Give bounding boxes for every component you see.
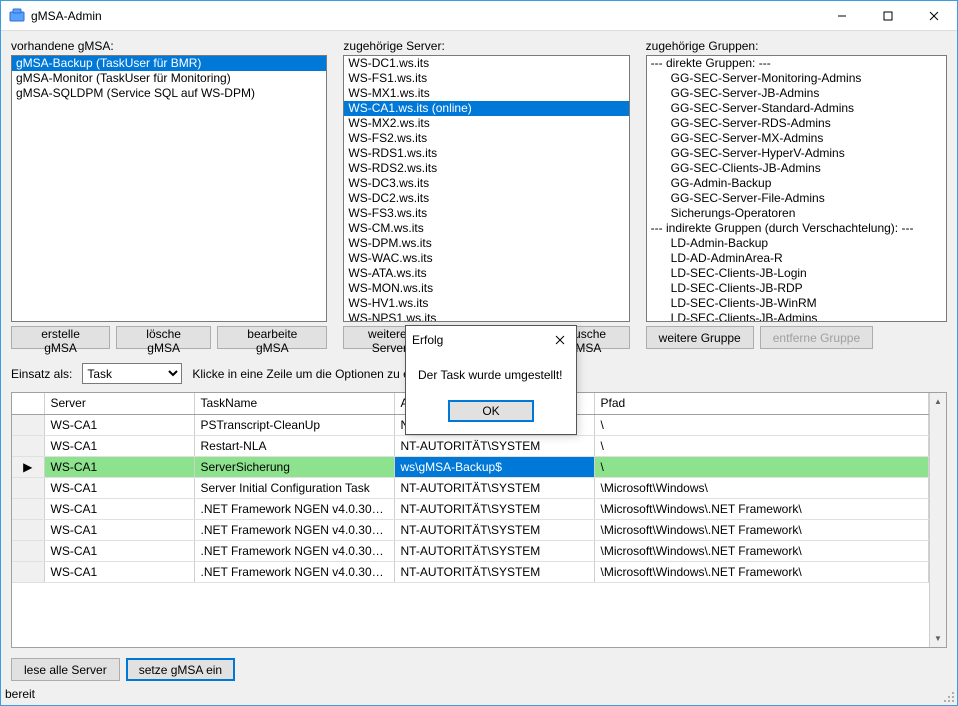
gmsa-listbox[interactable]: gMSA-Backup (TaskUser für BMR)gMSA-Monit… [11,55,327,322]
list-item[interactable]: GG-SEC-Server-File-Admins [647,191,946,206]
col-server[interactable]: Server [44,393,194,414]
maximize-button[interactable] [865,1,911,31]
list-item[interactable]: WS-FS3.ws.its [344,206,628,221]
list-item[interactable]: GG-SEC-Server-MX-Admins [647,131,946,146]
group-listbox[interactable]: --- direkte Gruppen: ---GG-SEC-Server-Mo… [646,55,947,322]
list-item[interactable]: WS-DPM.ws.its [344,236,628,251]
list-item[interactable]: WS-MX2.ws.its [344,116,628,131]
grid-scrollbar[interactable]: ▲ ▼ [929,393,946,647]
titlebar: gMSA-Admin [1,1,957,31]
list-item[interactable]: LD-SEC-Clients-JB-RDP [647,281,946,296]
table-row[interactable]: WS-CA1Server Initial Configuration TaskN… [12,477,929,498]
col-pfad[interactable]: Pfad [594,393,929,414]
gmsa-list-label: vorhandene gMSA: [11,39,327,53]
delete-gmsa-button[interactable]: lösche gMSA [116,326,211,349]
list-item[interactable]: WS-RDS2.ws.its [344,161,628,176]
window-title: gMSA-Admin [31,9,819,23]
list-item[interactable]: LD-AD-AdminArea-R [647,251,946,266]
status-bar: bereit [1,685,957,705]
list-item[interactable]: GG-SEC-Server-Monitoring-Admins [647,71,946,86]
create-gmsa-button[interactable]: erstelle gMSA [11,326,110,349]
list-item[interactable]: WS-WAC.ws.its [344,251,628,266]
list-item[interactable]: Sicherungs-Operatoren [647,206,946,221]
list-item[interactable]: WS-DC2.ws.its [344,191,628,206]
table-row[interactable]: WS-CA1.NET Framework NGEN v4.0.30319 6..… [12,540,929,561]
list-item[interactable]: WS-CA1.ws.its (online) [344,101,628,116]
server-listbox[interactable]: WS-DC1.ws.itsWS-FS1.ws.itsWS-MX1.ws.itsW… [343,55,629,322]
dialog-title: Erfolg [412,333,443,347]
list-item[interactable]: WS-DC1.ws.its [344,56,628,71]
einsatz-label: Einsatz als: [11,367,72,381]
group-list-label: zugehörige Gruppen: [646,39,947,53]
list-item[interactable]: WS-HV1.ws.its [344,296,628,311]
edit-gmsa-button[interactable]: bearbeite gMSA [217,326,327,349]
main-window: gMSA-Admin vorhandene gMSA: gMSA-Backup … [0,0,958,706]
list-item[interactable]: LD-Admin-Backup [647,236,946,251]
apply-gmsa-button[interactable]: setze gMSA ein [126,658,235,681]
list-item[interactable]: LD-SEC-Clients-JB-Admins [647,311,946,322]
list-item[interactable]: WS-FS2.ws.its [344,131,628,146]
table-row[interactable]: WS-CA1Restart-NLANT-AUTORITÄT\SYSTEM\ [12,435,929,456]
list-item[interactable]: WS-ATA.ws.its [344,266,628,281]
grid-rowheader-col [12,393,44,414]
resize-grip-icon[interactable] [943,691,955,703]
add-group-button[interactable]: weitere Gruppe [646,326,754,349]
einsatz-select[interactable]: Task [82,363,182,384]
list-item[interactable]: GG-SEC-Server-JB-Admins [647,86,946,101]
app-icon [9,8,25,24]
minimize-button[interactable] [819,1,865,31]
scroll-up-icon[interactable]: ▲ [930,393,946,410]
table-row[interactable]: WS-CA1.NET Framework NGEN v4.0.30319NT-A… [12,498,929,519]
scroll-down-icon[interactable]: ▼ [930,630,946,647]
list-item[interactable]: gMSA-Monitor (TaskUser für Monitoring) [12,71,326,86]
list-item[interactable]: WS-RDS1.ws.its [344,146,628,161]
list-item[interactable]: GG-Admin-Backup [647,176,946,191]
dialog-ok-button[interactable]: OK [448,400,534,422]
list-item[interactable]: LD-SEC-Clients-JB-WinRM [647,296,946,311]
list-item[interactable]: --- direkte Gruppen: --- [647,56,946,71]
col-task[interactable]: TaskName [194,393,394,414]
list-item[interactable]: LD-SEC-Clients-JB-Login [647,266,946,281]
dialog-close-button[interactable] [550,330,570,350]
list-item[interactable]: GG-SEC-Clients-JB-Admins [647,161,946,176]
list-item[interactable]: gMSA-SQLDPM (Service SQL auf WS-DPM) [12,86,326,101]
list-item[interactable]: WS-MX1.ws.its [344,86,628,101]
table-row[interactable]: ▶WS-CA1ServerSicherungws\gMSA-Backup$\ [12,456,929,477]
read-servers-button[interactable]: lese alle Server [11,658,120,681]
list-item[interactable]: GG-SEC-Server-Standard-Admins [647,101,946,116]
list-item[interactable]: --- indirekte Gruppen (durch Verschachte… [647,221,946,236]
remove-group-button[interactable]: entferne Gruppe [760,326,873,349]
table-row[interactable]: WS-CA1.NET Framework NGEN v4.0.30319 64N… [12,519,929,540]
list-item[interactable]: WS-DC3.ws.its [344,176,628,191]
list-item[interactable]: GG-SEC-Server-RDS-Admins [647,116,946,131]
list-item[interactable]: gMSA-Backup (TaskUser für BMR) [12,56,326,71]
list-item[interactable]: WS-MON.ws.its [344,281,628,296]
list-item[interactable]: WS-FS1.ws.its [344,71,628,86]
dialog-message: Der Task wurde umgestellt! [406,354,576,400]
list-item[interactable]: GG-SEC-Server-HyperV-Admins [647,146,946,161]
success-dialog: Erfolg Der Task wurde umgestellt! OK [405,325,577,435]
close-button[interactable] [911,1,957,31]
server-list-label: zugehörige Server: [343,39,629,53]
list-item[interactable]: WS-CM.ws.its [344,221,628,236]
table-row[interactable]: WS-CA1.NET Framework NGEN v4.0.30319 C..… [12,561,929,582]
list-item[interactable]: WS-NPS1.ws.its [344,311,628,322]
